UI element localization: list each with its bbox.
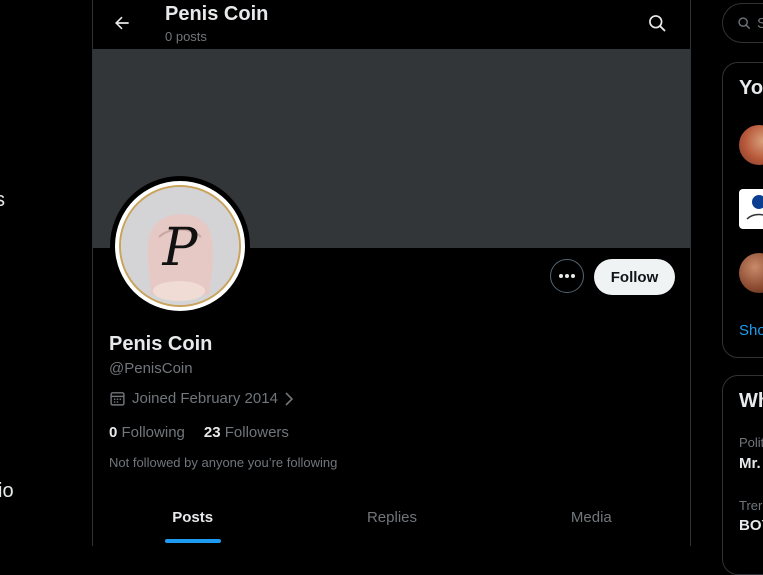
tab-replies[interactable]: Replies <box>292 492 491 546</box>
joined-date-row[interactable]: Joined February 2014 <box>109 390 294 407</box>
search-placeholder: S <box>757 14 763 32</box>
avatar-image: P <box>119 185 241 307</box>
avatar[interactable] <box>739 125 763 165</box>
panel-title: Wh <box>739 390 763 412</box>
search-icon <box>738 17 750 29</box>
trend-category: Polit <box>739 435 763 450</box>
followers-count: 23 <box>203 424 221 441</box>
whats-happening-panel: Wh Polit Mr. Trer BOY <box>722 375 763 575</box>
tab-media[interactable]: Media <box>492 492 690 546</box>
show-more-link[interactable]: Sho <box>739 322 763 339</box>
trend-category: Trer <box>739 498 763 513</box>
tab-label: Media <box>570 509 612 526</box>
calendar-icon <box>110 392 125 406</box>
avatar-frame: P <box>115 181 245 311</box>
avatar-letter: P <box>162 218 199 278</box>
followed-by-note: Not followed by anyone you’re following <box>109 455 338 470</box>
more-options-button[interactable] <box>550 259 584 293</box>
following-count: 0 <box>109 424 118 441</box>
avatar[interactable] <box>739 253 763 293</box>
followers-link[interactable]: 23 Followers <box>204 424 289 441</box>
post-count: 0 posts <box>165 29 207 44</box>
search-input[interactable]: S <box>722 3 763 43</box>
chevron-right-icon <box>285 391 294 406</box>
following-label: Following <box>121 424 185 441</box>
tab-label: Replies <box>366 509 417 526</box>
top-bar: Penis Coin 0 posts <box>93 0 690 49</box>
avatar-illustration: P <box>121 187 239 305</box>
avatar[interactable]: P <box>110 176 250 316</box>
nav-item-fragment[interactable]: io <box>0 480 14 503</box>
page-title: Penis Coin <box>165 3 269 25</box>
display-name: Penis Coin <box>109 333 213 355</box>
nav-item-fragment[interactable]: s <box>0 189 5 212</box>
tab-label: Posts <box>172 509 214 526</box>
followers-label: Followers <box>224 424 289 441</box>
follow-button[interactable]: Follow <box>594 259 675 295</box>
follow-stats: 0 Following 23 Followers <box>109 424 289 441</box>
avatar[interactable] <box>739 189 763 229</box>
joined-date: Joined February 2014 <box>132 390 278 407</box>
following-link[interactable]: 0 Following <box>109 424 185 441</box>
profile-tabs: Posts Replies Media <box>93 492 690 546</box>
back-button[interactable] <box>105 8 139 38</box>
more-dots-icon <box>559 274 575 278</box>
logo-icon <box>746 195 763 220</box>
user-handle: @PenisCoin <box>109 360 193 377</box>
tab-posts[interactable]: Posts <box>93 492 292 546</box>
back-arrow-icon <box>115 16 129 30</box>
who-to-follow-panel: Yo Sho <box>722 62 763 358</box>
profile-column: Penis Coin 0 posts P Follow Penis Coin @… <box>92 0 691 546</box>
trend-name[interactable]: BOY <box>739 517 763 534</box>
active-tab-indicator <box>164 539 221 543</box>
search-button[interactable] <box>641 8 673 38</box>
trend-name[interactable]: Mr. <box>739 455 761 472</box>
panel-title: Yo <box>739 77 763 99</box>
search-icon <box>649 15 666 32</box>
